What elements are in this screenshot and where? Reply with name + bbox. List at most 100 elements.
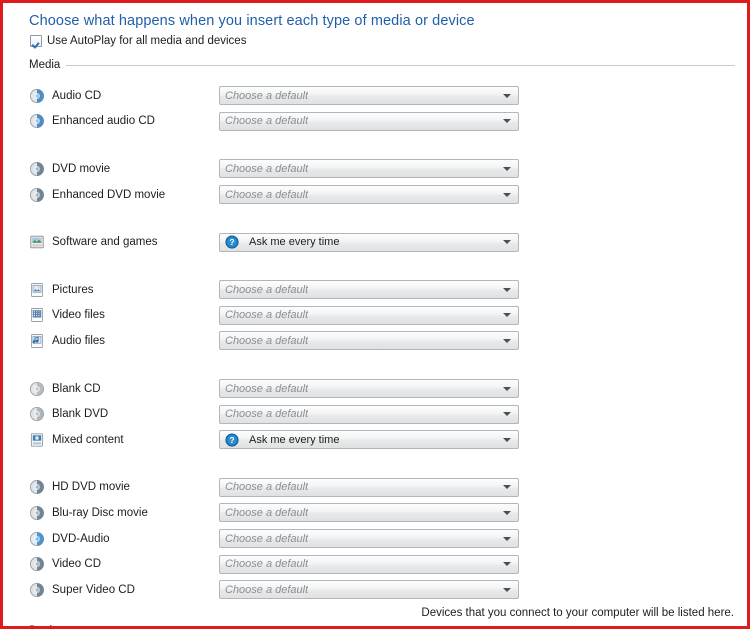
media-action-dropdown[interactable]: Choose a default [219,280,519,300]
question-circle-icon: ? [225,433,244,447]
media-action-dropdown[interactable]: Choose a default [219,305,519,325]
media-type-row: DVD-Audio Choose a default [29,526,735,552]
media-type-label-cell: DVD movie [29,161,219,177]
media-type-label-cell: Audio files [29,333,219,349]
chevron-down-icon[interactable] [503,437,511,442]
autoplay-page: Choose what happens when you insert each… [3,3,747,626]
media-type-label-cell: DVD-Audio [29,531,219,547]
dropdown-selected-value: Choose a default [225,481,309,494]
chevron-down-icon[interactable] [503,338,511,343]
media-type-label: Blank DVD [52,408,109,421]
media-action-dropdown[interactable]: Choose a default [219,580,519,600]
dvd-audio-disc-icon [29,531,45,547]
chevron-down-icon[interactable] [503,510,511,515]
blank-dvd-disc-icon [29,406,45,422]
media-type-label: Enhanced audio CD [52,115,155,128]
media-action-dropdown[interactable]: Choose a default [219,185,519,205]
media-type-label: Video files [52,309,105,322]
mixed-content-icon [29,432,45,448]
media-type-row: Audio CD Choose a default [29,83,735,109]
chevron-down-icon[interactable] [503,287,511,292]
media-type-label-cell: HD DVD movie [29,479,219,495]
media-type-row: Video files Choose a default [29,303,735,329]
media-action-dropdown[interactable]: ? Ask me every time [219,430,519,450]
media-action-dropdown[interactable]: ? Ask me every time [219,232,519,252]
devices-empty-note: Devices that you connect to your compute… [421,607,734,619]
use-autoplay-checkbox-row[interactable]: Use AutoPlay for all media and devices [30,35,735,47]
media-group: Software and games? Ask me every time [29,229,735,255]
media-type-row: DVD movie Choose a default [29,156,735,182]
audio-file-icon [29,333,45,349]
dvd-disc-icon [29,505,45,521]
media-action-dropdown[interactable]: Choose a default [219,331,519,351]
chevron-down-icon[interactable] [503,536,511,541]
media-action-dropdown[interactable]: Choose a default [219,503,519,523]
devices-section-label: Devices [29,625,76,627]
dropdown-selected-value: Ask me every time [249,236,340,249]
media-type-label-cell: Software and games [29,234,219,250]
media-type-label-cell: Pictures [29,282,219,298]
media-action-dropdown[interactable]: Choose a default [219,554,519,574]
audio-cd-disc-icon [29,88,45,104]
audio-cd-disc-icon [29,113,45,129]
dropdown-selected-value: Choose a default [225,558,309,571]
media-action-dropdown[interactable]: Choose a default [219,404,519,424]
chevron-down-icon[interactable] [503,313,511,318]
media-type-label-cell: Video files [29,307,219,323]
media-action-dropdown[interactable]: Choose a default [219,529,519,549]
dropdown-selected-value: Choose a default [225,162,309,175]
dropdown-selected-value: Choose a default [225,532,309,545]
chevron-down-icon[interactable] [503,412,511,417]
software-games-icon [29,234,45,250]
media-type-row: Pictures Choose a default [29,277,735,303]
media-type-row: Enhanced DVD movie Choose a default [29,182,735,208]
chevron-down-icon[interactable] [503,192,511,197]
media-type-row: Enhanced audio CD Choose a default [29,109,735,135]
checkbox-checked-icon[interactable] [30,35,42,47]
use-autoplay-label: Use AutoPlay for all media and devices [47,35,247,47]
chevron-down-icon[interactable] [503,240,511,245]
dropdown-selected-value: Choose a default [225,506,309,519]
chevron-down-icon[interactable] [503,562,511,567]
media-type-label: Audio CD [52,89,102,102]
media-type-row: Video CD Choose a default [29,551,735,577]
media-type-row: HD DVD movie Choose a default [29,475,735,501]
media-group: DVD movie Choose a default Enhanced DVD mo… [29,156,735,207]
media-type-row: Blank DVD Choose a default [29,401,735,427]
dropdown-selected-value: Choose a default [225,309,309,322]
chevron-down-icon[interactable] [503,386,511,391]
media-section-label: Media [29,59,61,71]
dropdown-selected-value: Choose a default [225,408,309,421]
media-action-dropdown[interactable]: Choose a default [219,86,519,106]
svg-text:?: ? [229,435,234,445]
media-type-label-cell: Enhanced audio CD [29,113,219,129]
dropdown-selected-value: Choose a default [225,188,309,201]
media-type-label-cell: Super Video CD [29,582,219,598]
media-group: Audio CD Choose a default Enhanced audio C… [29,83,735,134]
media-type-label: Mixed content [52,433,124,446]
media-action-dropdown[interactable]: Choose a default [219,379,519,399]
media-type-label-cell: Audio CD [29,88,219,104]
dropdown-selected-value: Choose a default [225,334,309,347]
page-title: Choose what happens when you insert each… [29,13,475,29]
media-type-row: Audio files Choose a default [29,328,735,354]
media-type-row: Mixed content ? Ask me every time [29,427,735,453]
question-circle-icon: ? [225,235,244,249]
chevron-down-icon[interactable] [503,587,511,592]
chevron-down-icon[interactable] [503,166,511,171]
media-group: HD DVD movie Choose a default Blu-ray Disc… [29,475,735,603]
media-type-label: Enhanced DVD movie [52,188,166,201]
media-type-label: Blu-ray Disc movie [52,506,148,519]
blank-cd-disc-icon [29,381,45,397]
dvd-disc-icon [29,187,45,203]
dropdown-selected-value: Choose a default [225,583,309,596]
media-type-label-cell: Blu-ray Disc movie [29,505,219,521]
chevron-down-icon[interactable] [503,485,511,490]
media-action-dropdown[interactable]: Choose a default [219,477,519,497]
dvd-disc-icon [29,582,45,598]
chevron-down-icon[interactable] [503,119,511,124]
media-type-label: DVD-Audio [52,532,110,545]
chevron-down-icon[interactable] [503,93,511,98]
media-action-dropdown[interactable]: Choose a default [219,159,519,179]
media-action-dropdown[interactable]: Choose a default [219,111,519,131]
